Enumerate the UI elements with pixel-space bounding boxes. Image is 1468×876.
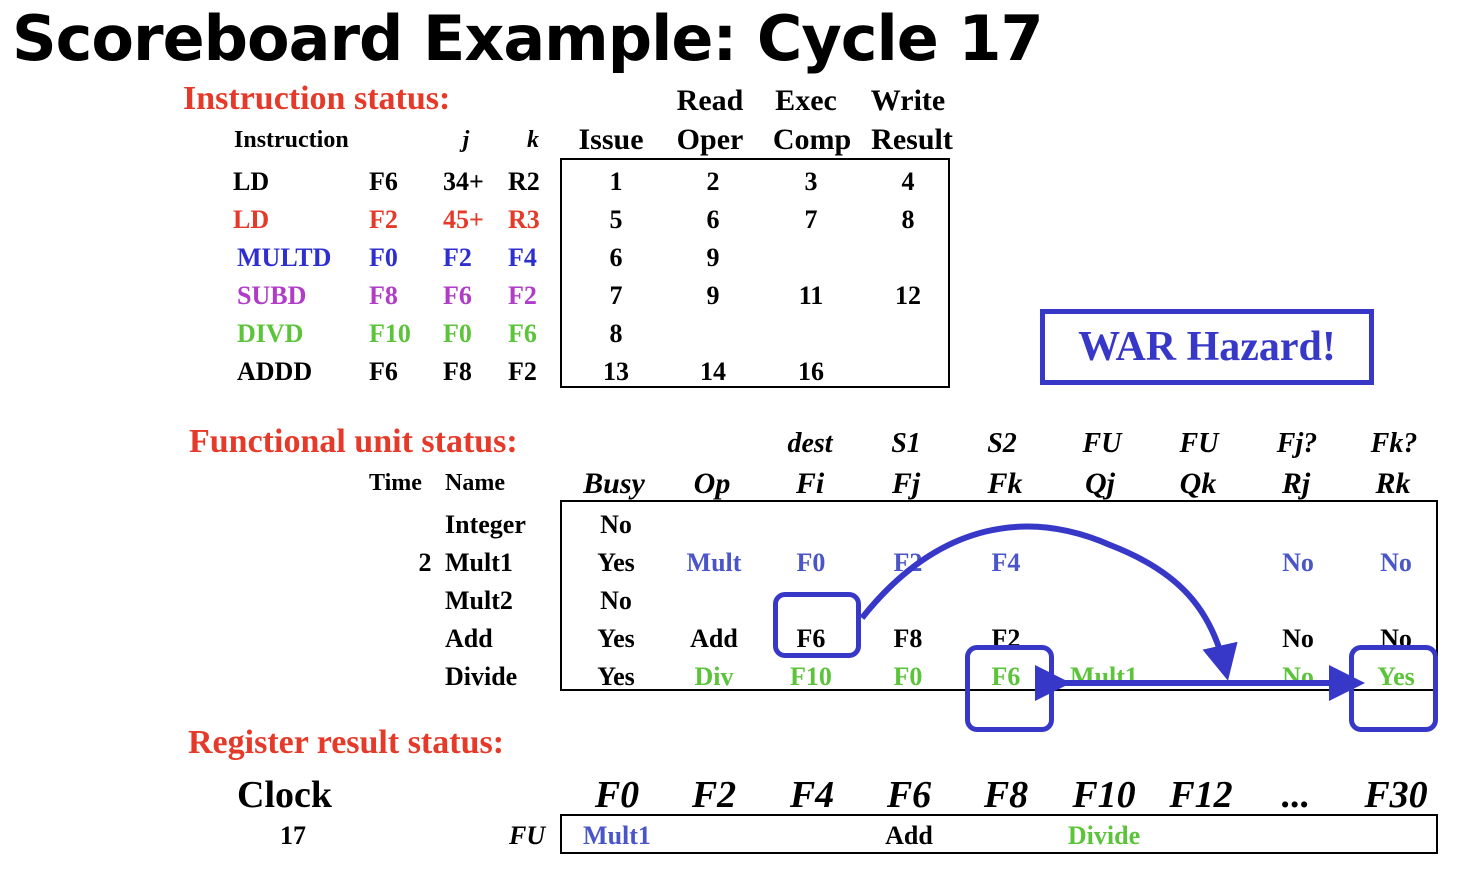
register-name: F8 xyxy=(983,774,1029,816)
clock-value: 17 xyxy=(280,821,306,850)
fu-label: FU xyxy=(509,821,546,850)
register-table-box xyxy=(560,814,1438,854)
register-name: F2 xyxy=(691,774,737,816)
curved-arrow xyxy=(859,523,1238,681)
register-name: F0 xyxy=(594,774,640,816)
register-result-status-heading: Register result status: xyxy=(188,724,505,761)
register-fu-value: Mult1 xyxy=(583,821,651,850)
register-name: F10 xyxy=(1072,774,1136,816)
register-name: F4 xyxy=(789,774,835,816)
register-name: F6 xyxy=(886,774,932,816)
clock-label: Clock xyxy=(237,774,332,816)
register-fu-value: Add xyxy=(885,821,933,850)
register-fu-value: Divide xyxy=(1067,821,1141,850)
register-name: F30 xyxy=(1364,774,1428,816)
register-name: ... xyxy=(1281,774,1311,816)
register-name: F12 xyxy=(1169,774,1233,816)
